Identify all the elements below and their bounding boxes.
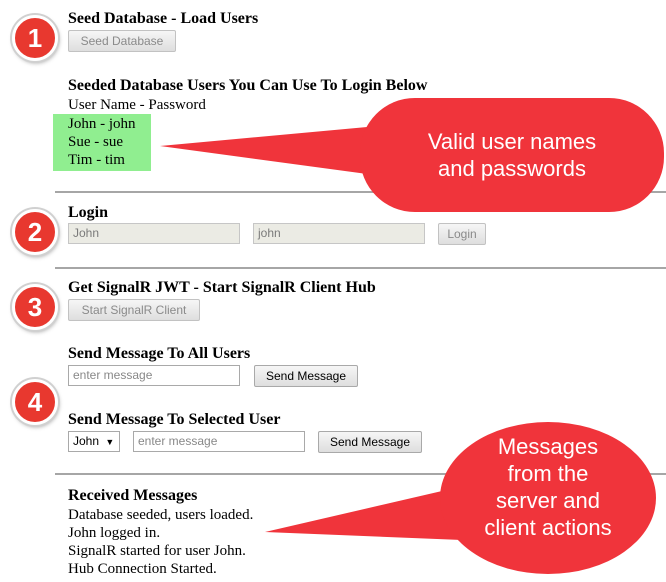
callout-line: from the bbox=[507, 461, 589, 486]
callout-line: client actions bbox=[484, 515, 612, 540]
callout-line: and passwords bbox=[438, 156, 586, 181]
callout-line: Valid user names bbox=[427, 129, 597, 154]
callout-line: Messages bbox=[497, 434, 599, 459]
callout-line: server and bbox=[496, 488, 600, 513]
users-callout-text: Valid user names and passwords bbox=[382, 128, 642, 182]
messages-callout-text: Messages from the server and client acti… bbox=[448, 433, 648, 541]
